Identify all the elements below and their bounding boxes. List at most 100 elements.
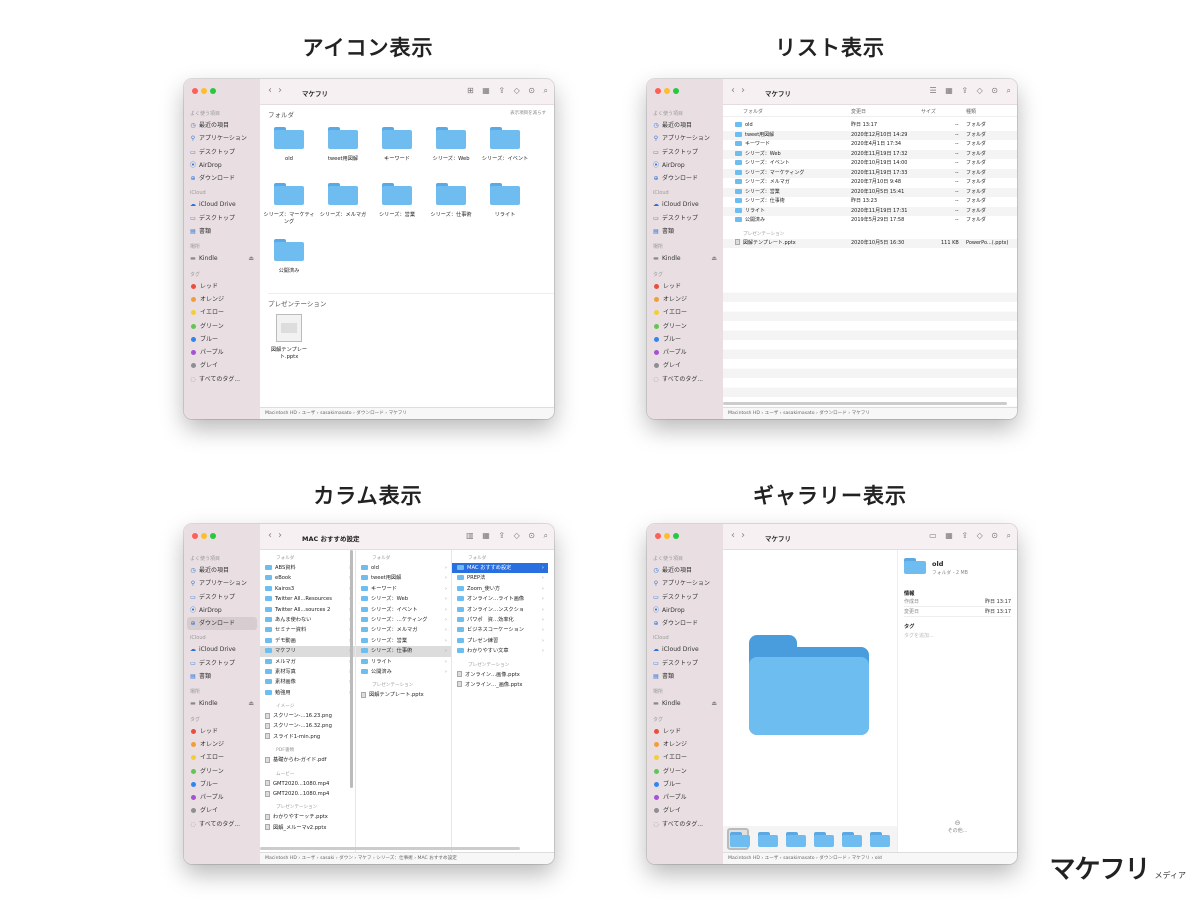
- column-item[interactable]: シリーズ：イベント ›: [356, 605, 451, 615]
- table-row[interactable]: tweet用図解 2020年12月10日 14:29 -- フォルダ: [723, 130, 1017, 140]
- sidebar-item[interactable]: ▭ デスクトップ: [184, 657, 260, 670]
- column-item[interactable]: スライド1-min.png: [260, 732, 355, 742]
- column-item[interactable]: メルマガ›: [260, 657, 355, 667]
- sidebar-tag[interactable]: レッド: [184, 725, 260, 738]
- column-item[interactable]: オンライン…画像.pptx: [452, 670, 548, 680]
- back-forward-icons[interactable]: ‹›: [268, 85, 288, 96]
- col-name-header[interactable]: フォルダ: [743, 108, 763, 115]
- column-item[interactable]: スクリーン-...16.32.png: [260, 721, 355, 731]
- column-item[interactable]: オンライン…_画像.pptx: [452, 680, 548, 690]
- more-button[interactable]: ⊖ その他...: [898, 819, 1017, 834]
- sidebar-item[interactable]: ▭ デスクトップ: [647, 591, 723, 604]
- sidebar-item[interactable]: ⊕ ダウンロード: [187, 617, 257, 631]
- sidebar-item[interactable]: ⚲ アプリケーション: [647, 577, 723, 590]
- eject-icon[interactable]: ⏏: [711, 252, 717, 265]
- sidebar-tag[interactable]: ブルー: [184, 778, 260, 791]
- window-controls[interactable]: [192, 533, 219, 541]
- sidebar-tag[interactable]: レッド: [184, 280, 260, 293]
- sidebar-tag[interactable]: グリーン: [184, 320, 260, 333]
- column-item[interactable]: シリーズ：仕事術 ›: [356, 646, 451, 657]
- sidebar-tag[interactable]: グリーン: [647, 320, 723, 333]
- folder-item[interactable]: シリーズ：マーケティング: [262, 183, 316, 226]
- list-row-pptx[interactable]: 図解テンプレート.pptx 2020年10月5日 16:30 111 KB Po…: [723, 238, 1017, 248]
- sidebar-all-tags[interactable]: ◌ すべてのタグ...: [647, 373, 723, 386]
- column-item[interactable]: キーワード ›: [356, 584, 451, 594]
- column-item[interactable]: 図解テンプレート.pptx: [356, 690, 451, 700]
- minimize-button-icon[interactable]: [664, 533, 670, 539]
- sidebar-tag[interactable]: グレイ: [184, 804, 260, 817]
- folder-item[interactable]: 公開済み: [262, 239, 316, 275]
- sidebar-item[interactable]: ▭ デスクトップ: [647, 146, 723, 159]
- column-item[interactable]: シリーズ：営業 ›: [356, 636, 451, 646]
- column-item[interactable]: スクリーン-...16.23.png: [260, 711, 355, 721]
- sidebar-item[interactable]: ☁ iCloud Drive: [647, 198, 723, 211]
- sidebar-tag[interactable]: イエロー: [184, 751, 260, 764]
- sidebar-item[interactable]: ▤ 書類: [647, 225, 723, 238]
- column-item[interactable]: 図解_メルーマv2.pptx: [260, 823, 355, 833]
- thumbnail-folder-icon[interactable]: [870, 832, 890, 847]
- sidebar-item[interactable]: ⚲ アプリケーション: [647, 132, 723, 145]
- column-item[interactable]: tweet用図解 ›: [356, 573, 451, 583]
- table-row[interactable]: シリーズ：営業 2020年10月5日 15:41 -- フォルダ: [723, 187, 1017, 197]
- toolbar-icons[interactable]: ▥ ▦ ⇪ ◇ ⊙ ⌕: [466, 531, 548, 541]
- folder-item[interactable]: シリーズ：営業: [370, 183, 424, 219]
- column-item[interactable]: 基礎からわ-ガイド.pdf: [260, 755, 355, 765]
- sidebar-all-tags[interactable]: ◌ すべてのタグ...: [184, 818, 260, 831]
- table-row[interactable]: 公開済み 2019年5月29日 17:58 -- フォルダ: [723, 216, 1017, 226]
- back-forward-icons[interactable]: ‹›: [268, 530, 288, 541]
- column-item[interactable]: オンライン…ンスクショ ›: [452, 605, 548, 615]
- column-item[interactable]: わかりやすーッチ.pptx: [260, 812, 355, 822]
- sidebar-item[interactable]: ⚲ アプリケーション: [184, 577, 260, 590]
- sidebar-item[interactable]: ▭ デスクトップ: [184, 212, 260, 225]
- sidebar-all-tags[interactable]: ◌ すべてのタグ...: [647, 818, 723, 831]
- sidebar-item[interactable]: ◷ 最近の項目: [647, 119, 723, 132]
- close-button-icon[interactable]: [655, 533, 661, 539]
- column-item[interactable]: セミナー資料›: [260, 625, 355, 635]
- column-item[interactable]: Twitter All...Resources›: [260, 594, 355, 604]
- column-item[interactable]: old ›: [356, 563, 451, 573]
- table-row[interactable]: リライト 2020年11月19日 17:31 -- フォルダ: [723, 206, 1017, 216]
- horizontal-scrollbar[interactable]: [260, 847, 520, 850]
- sidebar-item[interactable]: ◷ 最近の項目: [184, 564, 260, 577]
- sidebar-item[interactable]: ⦿ AirDrop: [184, 604, 260, 617]
- sidebar-tag[interactable]: イエロー: [647, 751, 723, 764]
- zoom-button-icon[interactable]: [673, 88, 679, 94]
- eject-icon[interactable]: ⏏: [248, 252, 254, 265]
- sidebar-item[interactable]: ☁ iCloud Drive: [647, 643, 723, 656]
- sidebar-tag[interactable]: イエロー: [184, 306, 260, 319]
- column-item[interactable]: 勉強用›: [260, 688, 355, 698]
- sidebar-item[interactable]: ▭ デスクトップ: [184, 146, 260, 159]
- table-row[interactable]: シリーズ：仕事術 昨日 13:23 -- フォルダ: [723, 197, 1017, 207]
- column-item[interactable]: あんま使わない›: [260, 615, 355, 625]
- sidebar-tag[interactable]: グリーン: [184, 765, 260, 778]
- folder-item[interactable]: シリーズ：Web: [424, 127, 478, 163]
- folder-item[interactable]: tweet用図解: [316, 127, 370, 163]
- sidebar-item-kindle[interactable]: ▬ Kindle ⏏: [647, 252, 723, 265]
- folder-item[interactable]: シリーズ：仕事術: [424, 183, 478, 219]
- sidebar-item[interactable]: ⦿ AirDrop: [184, 159, 260, 172]
- column-item[interactable]: PREP法 ›: [452, 573, 548, 583]
- column-item[interactable]: シリーズ：Web ›: [356, 594, 451, 604]
- table-row[interactable]: シリーズ：マーケティング 2020年11月19日 17:33 -- フォルダ: [723, 168, 1017, 178]
- horizontal-scrollbar[interactable]: [723, 402, 1007, 405]
- close-button-icon[interactable]: [192, 533, 198, 539]
- folder-item[interactable]: シリーズ：イベント: [478, 127, 532, 163]
- column-item[interactable]: ビジネスコーケーション ›: [452, 625, 548, 635]
- sidebar-item[interactable]: ⦿ AirDrop: [647, 604, 723, 617]
- sidebar-tag[interactable]: レッド: [647, 725, 723, 738]
- sidebar-item[interactable]: ▭ デスクトップ: [647, 657, 723, 670]
- sidebar-tag[interactable]: パープル: [647, 791, 723, 804]
- column-item[interactable]: デモ動画›: [260, 636, 355, 646]
- zoom-button-icon[interactable]: [210, 88, 216, 94]
- sidebar-item[interactable]: ⦿ AirDrop: [647, 159, 723, 172]
- sidebar-tag[interactable]: パープル: [184, 346, 260, 359]
- sidebar-item[interactable]: ▤ 書類: [184, 225, 260, 238]
- window-controls[interactable]: [192, 88, 219, 96]
- sidebar-item-kindle[interactable]: ▬ Kindle ⏏: [184, 697, 260, 710]
- sidebar-item[interactable]: ⊕ ダウンロード: [647, 172, 723, 185]
- sidebar-item[interactable]: ▤ 書類: [647, 670, 723, 683]
- column-item[interactable]: リライト ›: [356, 657, 451, 667]
- column-item[interactable]: シリーズ：メルマガ ›: [356, 625, 451, 635]
- sidebar-tag[interactable]: オレンジ: [184, 293, 260, 306]
- sidebar-item-kindle[interactable]: ▬ Kindle ⏏: [184, 252, 260, 265]
